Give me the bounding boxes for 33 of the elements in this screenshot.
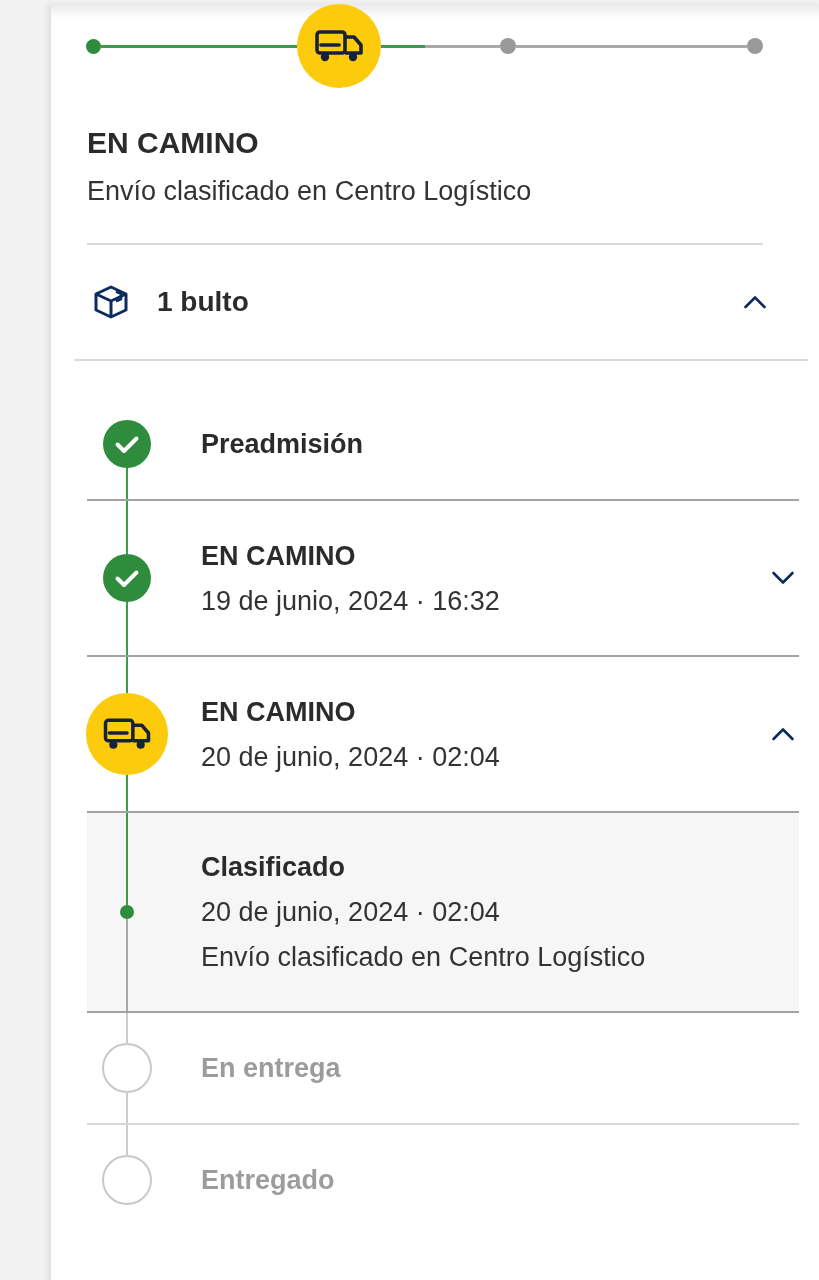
event-title: EN CAMINO (201, 695, 357, 729)
status-description: Envío clasificado en Centro Logístico (87, 175, 533, 208)
timeline-connector (126, 602, 128, 655)
timeline-connector (126, 775, 128, 811)
event-title: En entrega (201, 1052, 342, 1085)
dot-icon (120, 905, 134, 919)
event-title: Clasificado (201, 851, 347, 884)
event-description: Envío clasificado en Centro Logístico (201, 941, 647, 974)
event-title: Preadmisión (201, 428, 365, 461)
chevron-down-icon[interactable] (771, 571, 795, 585)
package-toggle[interactable]: 1 bulto (87, 245, 770, 359)
empty-circle-icon (102, 1155, 152, 1205)
chevron-up-icon[interactable] (771, 727, 795, 741)
event-date: 20 de junio, 2024 · 02:04 (201, 740, 501, 774)
chevron-up-icon[interactable] (743, 295, 767, 309)
timeline-connector (126, 657, 128, 693)
check-circle-icon (103, 420, 151, 468)
status-title: EN CAMINO (87, 125, 260, 161)
dot-icon (747, 38, 763, 54)
event-title: EN CAMINO (201, 539, 357, 573)
dot-icon (86, 38, 101, 54)
event-title: Entregado (201, 1164, 336, 1197)
box-icon (93, 284, 129, 320)
empty-circle-icon (102, 1043, 152, 1093)
truck-icon (297, 4, 381, 88)
timeline-connector (126, 468, 128, 499)
check-circle-icon (103, 554, 151, 602)
dot-icon (500, 38, 516, 54)
truck-icon (86, 693, 168, 775)
timeline-connector (126, 501, 128, 554)
event-date: 20 de junio, 2024 · 02:04 (201, 896, 501, 929)
event-date: 19 de junio, 2024 · 16:32 (201, 584, 501, 618)
timeline-connector (126, 1013, 128, 1043)
